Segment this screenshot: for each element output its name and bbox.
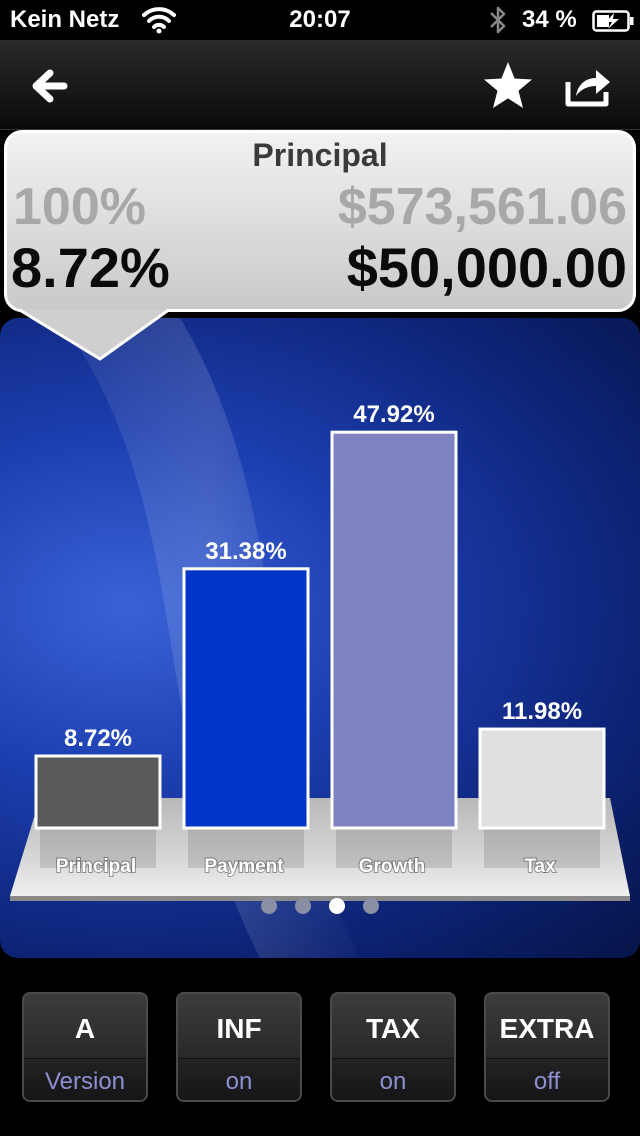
info-pointer: [17, 309, 171, 361]
page-dot[interactable]: [261, 898, 277, 914]
back-button[interactable]: [22, 58, 78, 114]
bar-principal[interactable]: [34, 754, 162, 830]
navigation-bar: [0, 40, 640, 130]
total-amount: $573,561.06: [337, 178, 627, 236]
share-button[interactable]: [560, 58, 616, 114]
status-bar: Kein Netz 20:07 34 %: [0, 0, 640, 40]
selected-amount: $50,000.00: [346, 236, 627, 299]
toolbar-button-state: Version: [24, 1058, 146, 1100]
share-icon: [565, 70, 610, 107]
chart-panel: 8.72% Principal 31.38% Payment 47.92% Growth 1…: [0, 318, 640, 958]
page-dot[interactable]: [295, 898, 311, 914]
toolbar-button-extra[interactable]: EXTRA off: [484, 992, 610, 1102]
toolbar-button-state: on: [332, 1058, 454, 1100]
category-label: Tax: [524, 856, 556, 877]
page-dot[interactable]: [363, 898, 379, 914]
selected-percent: 8.72%: [11, 236, 170, 299]
page-dot[interactable]: [329, 898, 345, 914]
toolbar-button-state: on: [178, 1058, 300, 1100]
toolbar-button-a[interactable]: A Version: [22, 992, 148, 1102]
bar-payment[interactable]: [182, 567, 310, 830]
category-label: Growth: [359, 856, 426, 877]
total-percent: 100%: [13, 178, 146, 236]
bar-value-label: 8.72%: [64, 725, 132, 752]
toolbar-button-title: TAX: [366, 1013, 420, 1044]
back-arrow-icon: [32, 69, 68, 103]
bottom-toolbar: A Version INF on TAX on EXTRA off: [0, 958, 640, 1136]
info-title: Principal: [252, 137, 388, 173]
toolbar-button-tax[interactable]: TAX on: [330, 992, 456, 1102]
toolbar-button-title: INF: [216, 1013, 262, 1044]
bar-chart: 8.72% Principal 31.38% Payment 47.92% Growth 1…: [10, 318, 630, 958]
info-card: Principal 100% $573,561.06 8.72% $50,000…: [4, 130, 636, 312]
bluetooth-icon: [488, 4, 508, 43]
toolbar-button-title: EXTRA: [499, 1013, 595, 1044]
category-label: Payment: [204, 856, 284, 877]
bar-value-label: 31.38%: [205, 538, 286, 565]
star-icon: [484, 62, 532, 108]
bar-value-label: 47.92%: [353, 401, 434, 428]
category-label: Principal: [56, 856, 136, 877]
page-indicator[interactable]: [0, 898, 640, 918]
bar-tax[interactable]: [478, 727, 606, 830]
toolbar-button-inf[interactable]: INF on: [176, 992, 302, 1102]
bar-growth[interactable]: [330, 430, 458, 830]
favorite-button[interactable]: [480, 58, 536, 114]
toolbar-button-title: A: [74, 1013, 96, 1044]
toolbar-button-state: off: [486, 1058, 608, 1100]
battery-percent: 34 %: [522, 6, 577, 33]
battery-icon: [592, 10, 634, 39]
bar-value-label: 11.98%: [502, 698, 582, 725]
